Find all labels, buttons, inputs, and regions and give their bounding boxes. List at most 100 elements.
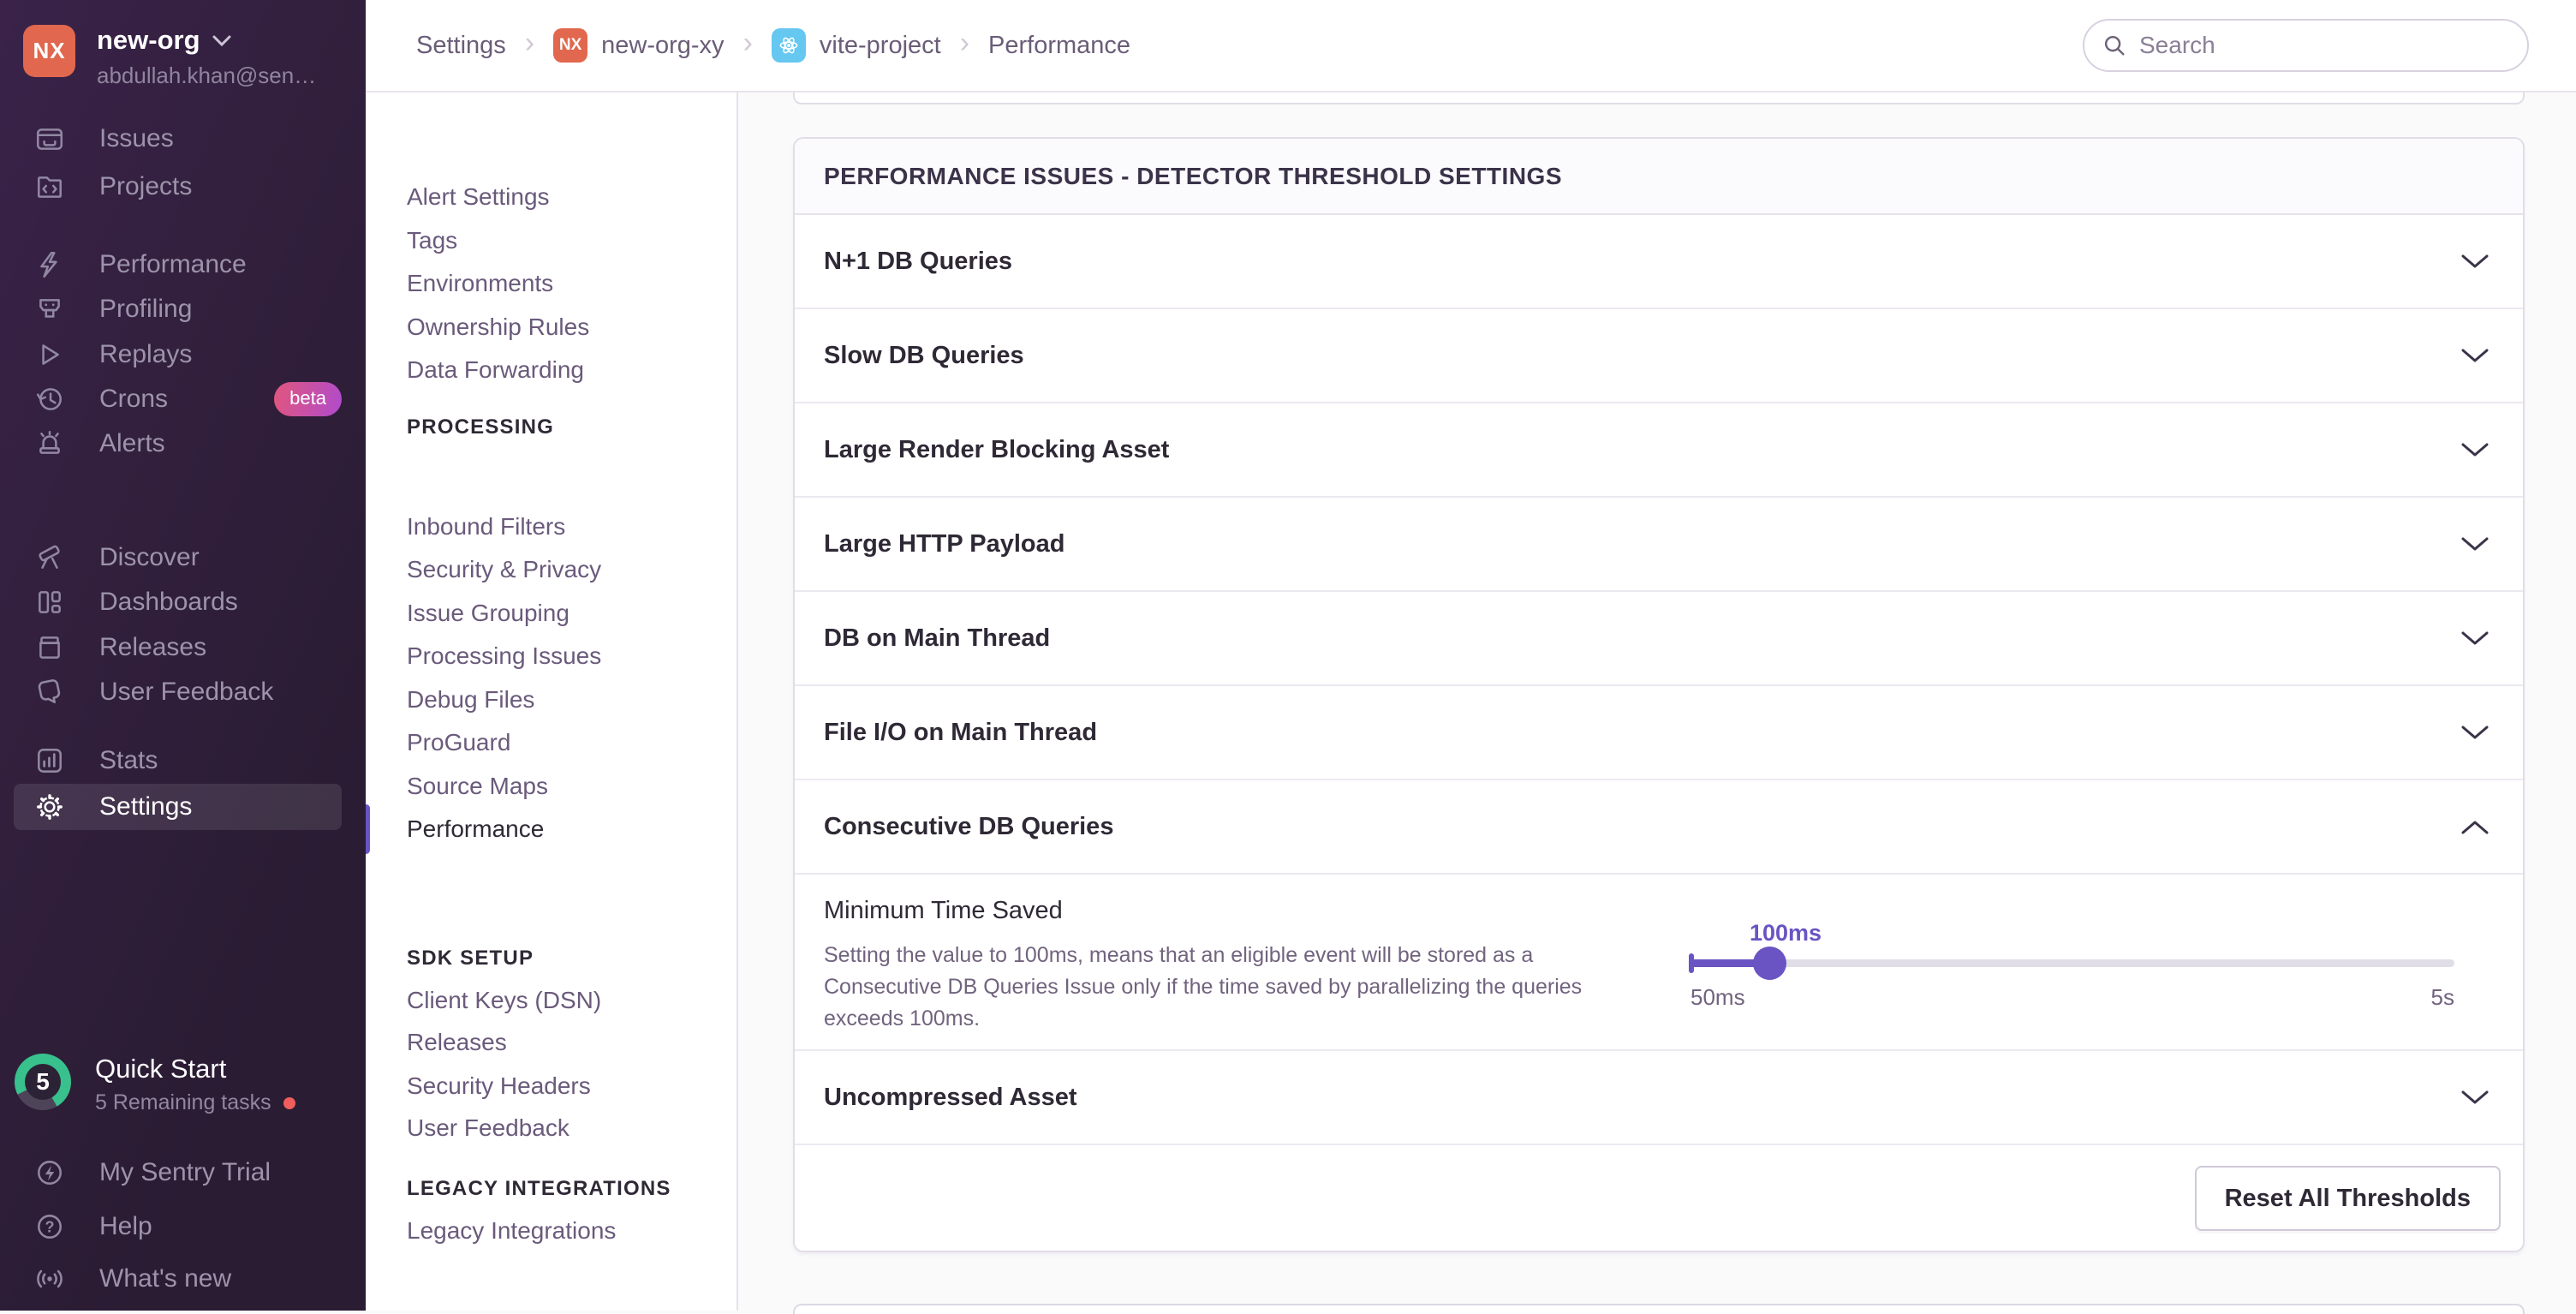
minimum-time-saved-slider-thumb[interactable] [1753, 947, 1786, 980]
sidebar-item-label: Alerts [99, 429, 165, 458]
nav-section-processing: PROCESSING [366, 413, 735, 442]
releases-icon [34, 632, 65, 663]
nav-releases[interactable]: Releases [366, 1021, 735, 1064]
breadcrumb-page[interactable]: Performance [988, 32, 1130, 60]
slider-value-label: 100ms [1700, 920, 1871, 947]
sidebar-item-user-feedback[interactable]: User Feedback [14, 669, 342, 715]
sidebar-item-dashboards[interactable]: Dashboards [14, 579, 342, 625]
sidebar-item-replays[interactable]: Replays [14, 331, 342, 378]
gear-icon [34, 791, 65, 822]
accordion-label: Uncompressed Asset [824, 1084, 1076, 1112]
chevron-down-icon [2461, 443, 2489, 457]
accordion-row-db-on-main-thread[interactable]: DB on Main Thread [795, 592, 2523, 686]
threshold-setting-title: Minimum Time Saved [824, 897, 1063, 925]
profiling-icon [34, 294, 65, 325]
breadcrumb: Settings › NX new-org-xy › vite-project … [416, 28, 1130, 63]
nav-client-keys[interactable]: Client Keys (DSN) [366, 979, 735, 1022]
dashboards-icon [34, 587, 65, 618]
nav-proguard[interactable]: ProGuard [366, 721, 735, 764]
search-input[interactable]: Search [2083, 19, 2529, 72]
breadcrumb-org[interactable]: NX new-org-xy [553, 28, 724, 63]
nav-security-headers[interactable]: Security Headers [366, 1065, 735, 1108]
nav-ownership-rules[interactable]: Ownership Rules [366, 306, 735, 349]
sidebar-item-whats-new[interactable]: What's new [14, 1256, 342, 1302]
chevron-down-icon [2461, 1090, 2489, 1105]
sidebar-item-label: Help [99, 1212, 152, 1241]
nav-tags[interactable]: Tags [366, 219, 735, 262]
nav-environments[interactable]: Environments [366, 262, 735, 305]
nav-source-maps[interactable]: Source Maps [366, 765, 735, 808]
accordion-row-uncompressed-asset[interactable]: Uncompressed Asset [795, 1051, 2523, 1145]
breadcrumb-project-label: vite-project [820, 32, 941, 60]
sidebar-item-projects[interactable]: Projects [14, 164, 342, 210]
accordion-row-file-io-on-main-thread[interactable]: File I/O on Main Thread [795, 686, 2523, 780]
main-content: PERFORMANCE ISSUES - DETECTOR THRESHOLD … [738, 93, 2576, 1311]
nav-processing-issues[interactable]: Processing Issues [366, 635, 735, 678]
slider-max-label: 5s [2431, 984, 2454, 1011]
org-avatar: NX [23, 25, 75, 77]
slider-min-tick [1689, 953, 1694, 973]
slider-min-label: 50ms [1690, 984, 1745, 1011]
minimum-time-saved-slider[interactable]: 100ms 50ms 5s [1690, 875, 2454, 1051]
nav-alert-settings[interactable]: Alert Settings [366, 176, 735, 218]
threshold-setting-description: Setting the value to 100ms, means that a… [824, 940, 1637, 1035]
sidebar-item-alerts[interactable]: Alerts [14, 421, 342, 467]
nav-debug-files[interactable]: Debug Files [366, 678, 735, 721]
chevron-down-icon [2461, 726, 2489, 740]
nav-section-sdk-setup: SDK SETUP [366, 944, 735, 973]
accordion-label: N+1 DB Queries [824, 248, 1012, 276]
sidebar-item-label: What's new [99, 1264, 231, 1293]
nav-legacy-integrations[interactable]: Legacy Integrations [366, 1209, 735, 1252]
sidebar-item-help[interactable]: ? Help [14, 1204, 342, 1250]
accordion-row-n-plus-one-db-queries[interactable]: N+1 DB Queries [795, 215, 2523, 309]
nav-section-legacy: LEGACY INTEGRATIONS [366, 1174, 735, 1204]
previous-panel-edge [793, 91, 2525, 105]
breadcrumb-project[interactable]: vite-project [772, 28, 941, 63]
notification-dot [283, 1097, 295, 1109]
crons-icon [34, 384, 65, 415]
sidebar-item-my-sentry-trial[interactable]: My Sentry Trial [14, 1150, 342, 1196]
org-chip-icon: NX [553, 28, 587, 63]
sidebar-item-settings[interactable]: Settings [14, 784, 342, 830]
nav-issue-grouping[interactable]: Issue Grouping [366, 592, 735, 635]
sidebar-item-label: User Feedback [99, 678, 273, 707]
trial-lightning-icon [34, 1157, 65, 1188]
sidebar-item-crons[interactable]: Crons beta [14, 376, 342, 422]
sidebar-item-issues[interactable]: Issues [14, 116, 342, 162]
quick-start-panel[interactable]: 5 Quick Start 5 Remaining tasks [15, 1054, 295, 1115]
sidebar-item-label: Discover [99, 543, 200, 572]
sidebar-item-label: Dashboards [99, 588, 238, 617]
org-switcher[interactable]: NX new-org abdullah.khan@sen… [23, 25, 316, 89]
slider-track[interactable] [1690, 959, 2454, 967]
reset-all-thresholds-button[interactable]: Reset All Thresholds [2195, 1166, 2501, 1231]
search-placeholder: Search [2139, 32, 2215, 59]
chevron-up-icon [2461, 820, 2489, 834]
sidebar-item-profiling[interactable]: Profiling [14, 286, 342, 332]
nav-data-forwarding[interactable]: Data Forwarding [366, 349, 735, 391]
broadcast-icon [34, 1263, 65, 1294]
sidebar-item-stats[interactable]: Stats [14, 738, 342, 784]
accordion-label: File I/O on Main Thread [824, 719, 1097, 747]
nav-user-feedback[interactable]: User Feedback [366, 1107, 735, 1150]
breadcrumb-settings[interactable]: Settings [416, 32, 506, 60]
nav-performance[interactable]: Performance [366, 808, 735, 851]
accordion-row-slow-db-queries[interactable]: Slow DB Queries [795, 309, 2523, 403]
accordion-row-consecutive-db-queries[interactable]: Consecutive DB Queries [795, 780, 2523, 875]
detector-threshold-panel: PERFORMANCE ISSUES - DETECTOR THRESHOLD … [793, 137, 2525, 1252]
sidebar-item-releases[interactable]: Releases [14, 624, 342, 671]
accordion-label: Slow DB Queries [824, 342, 1024, 370]
search-icon [2102, 33, 2127, 58]
nav-inbound-filters[interactable]: Inbound Filters [366, 505, 735, 548]
sidebar-item-discover[interactable]: Discover [14, 535, 342, 581]
svg-text:?: ? [45, 1218, 55, 1235]
org-user-email: abdullah.khan@sen… [97, 63, 316, 89]
sidebar-item-performance[interactable]: Performance [14, 242, 342, 288]
accordion-row-large-http-payload[interactable]: Large HTTP Payload [795, 498, 2523, 592]
accordion-row-large-render-blocking-asset[interactable]: Large Render Blocking Asset [795, 403, 2523, 498]
nav-security-privacy[interactable]: Security & Privacy [366, 548, 735, 591]
sidebar-item-label: Profiling [99, 295, 192, 324]
sidebar-item-label: Replays [99, 340, 192, 369]
sidebar-item-label: Issues [99, 124, 174, 153]
replays-icon [34, 339, 65, 370]
next-panel-edge [793, 1304, 2525, 1314]
